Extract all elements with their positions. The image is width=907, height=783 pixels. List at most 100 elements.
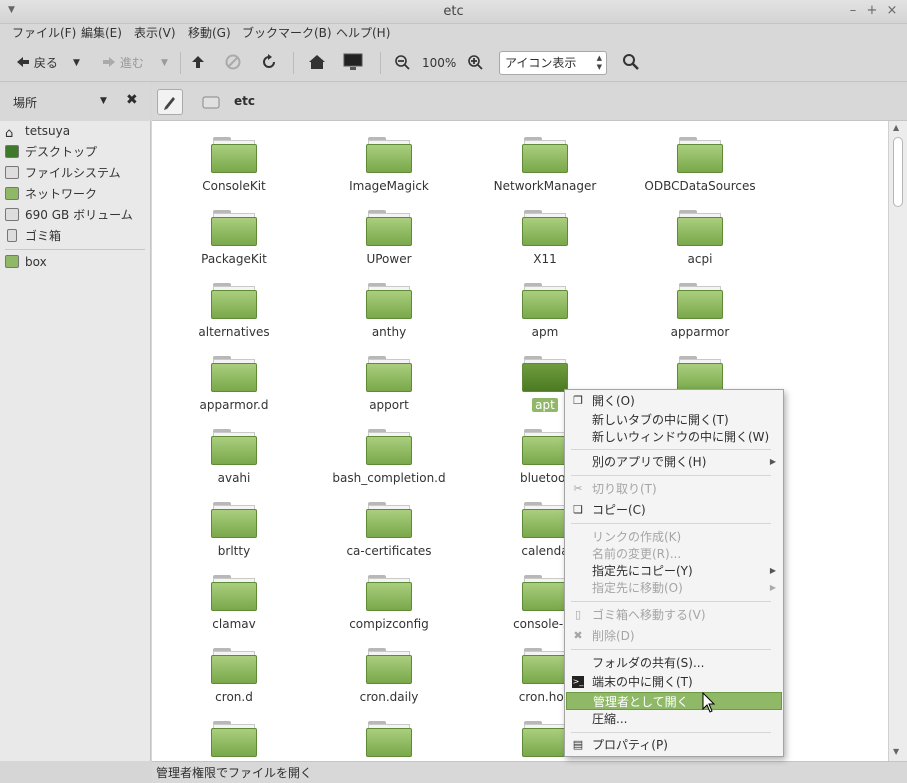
ctx-move-to-trash[interactable]: ▯ ゴミ箱へ移動する(V) <box>566 606 782 624</box>
close-icon[interactable]: × <box>884 3 900 19</box>
ctx-move-to[interactable]: 指定先に移動(O) ▶ <box>566 579 782 597</box>
folder-item[interactable]: acpi <box>620 210 780 266</box>
sidebar-type-dropdown-icon[interactable]: ▼ <box>100 96 107 106</box>
folder-item[interactable]: ImageMagick <box>309 137 469 193</box>
ctx-delete[interactable]: ✖ 削除(D) <box>566 627 782 645</box>
forward-arrow-icon <box>103 57 115 67</box>
sidebar-item-trash[interactable]: ゴミ箱 <box>5 226 61 246</box>
menu-bookmarks[interactable]: ブックマーク(B) <box>242 24 332 42</box>
folder-item[interactable]: cron.daily <box>309 648 469 704</box>
pencil-icon <box>164 97 175 110</box>
menu-go[interactable]: 移動(G) <box>188 24 231 42</box>
ctx-open[interactable]: ❐ 開く(O) <box>566 392 782 410</box>
folder-item[interactable]: ConsoleKit <box>154 137 314 193</box>
up-button[interactable] <box>191 51 205 75</box>
folder-item[interactable] <box>620 356 780 392</box>
folder-icon <box>677 210 723 246</box>
ctx-open-in-terminal[interactable]: >_ 端末の中に開く(T) <box>566 673 782 691</box>
back-history-icon[interactable]: ▼ <box>73 51 80 75</box>
zoom-level[interactable]: 100% <box>422 51 456 75</box>
open-icon: ❐ <box>573 394 583 407</box>
folder-item[interactable]: avahi <box>154 429 314 485</box>
ctx-copy-to[interactable]: 指定先にコピー(Y) ▶ <box>566 562 782 580</box>
ctx-open-as-admin[interactable]: 管理者として開く <box>566 692 782 710</box>
folder-item[interactable] <box>309 721 469 757</box>
vertical-scrollbar[interactable]: ▲ ▼ <box>888 121 907 761</box>
folder-item[interactable]: PackageKit <box>154 210 314 266</box>
folder-label: bash_completion.d <box>332 471 446 485</box>
ctx-open-new-tab[interactable]: 新しいタブの中に開く(T) <box>566 411 782 429</box>
folder-item[interactable]: alternatives <box>154 283 314 339</box>
folder-item[interactable]: brltty <box>154 502 314 558</box>
ctx-compress[interactable]: 圧縮... <box>566 710 782 728</box>
search-button[interactable] <box>622 51 640 75</box>
computer-button[interactable] <box>343 51 363 75</box>
up-arrow-icon <box>192 56 204 68</box>
sidebar-item-home[interactable]: ⌂ tetsuya <box>5 121 70 141</box>
sidebar-item-volume[interactable]: 690 GB ボリューム <box>5 205 133 225</box>
ctx-open-new-window[interactable]: 新しいウィンドウの中に開く(W) <box>566 428 782 446</box>
folder-icon <box>677 356 723 392</box>
folder-item[interactable]: ca-certificates <box>309 502 469 558</box>
zoom-in-button[interactable] <box>467 51 483 75</box>
folder-item[interactable]: ODBCDataSources <box>620 137 780 193</box>
menu-view[interactable]: 表示(V) <box>134 24 176 42</box>
back-label: 戻る <box>33 56 58 70</box>
folder-label: NetworkManager <box>493 179 597 193</box>
zoom-out-button[interactable] <box>394 51 410 75</box>
ctx-make-link[interactable]: リンクの作成(K) <box>566 528 782 546</box>
menu-file[interactable]: ファイル(F) <box>12 24 76 42</box>
sidebar-item-filesystem[interactable]: ファイルシステム <box>5 163 121 183</box>
sidebar-title: 場所 <box>13 96 38 110</box>
ctx-open-with[interactable]: 別のアプリで開く(H) ▶ <box>566 453 782 471</box>
folder-label: anthy <box>371 325 407 339</box>
folder-item[interactable]: bash_completion.d <box>309 429 469 485</box>
reload-button[interactable] <box>261 51 277 75</box>
ctx-divider <box>571 601 771 602</box>
folder-item[interactable]: apm <box>465 283 625 339</box>
maximize-icon[interactable]: + <box>864 3 880 19</box>
folder-item[interactable]: UPower <box>309 210 469 266</box>
menu-help[interactable]: ヘルプ(H) <box>336 24 390 42</box>
scrollbar-thumb[interactable] <box>893 137 903 207</box>
scroll-down-icon[interactable]: ▼ <box>893 747 899 756</box>
folder-label: brltty <box>217 544 251 558</box>
menu-edit[interactable]: 編集(E) <box>81 24 122 42</box>
folder-item[interactable]: NetworkManager <box>465 137 625 193</box>
folder-item[interactable]: anthy <box>309 283 469 339</box>
ctx-cut[interactable]: ✂ 切り取り(T) <box>566 480 782 498</box>
ctx-copy[interactable]: ❏ コピー(C) <box>566 501 782 519</box>
folder-label: apparmor <box>670 325 730 339</box>
folder-label: apt <box>532 398 558 412</box>
forward-button[interactable]: 進む <box>102 51 144 75</box>
sidebar-close-icon[interactable]: ✖ <box>126 92 138 108</box>
folder-item[interactable]: clamav <box>154 575 314 631</box>
folder-item[interactable]: apparmor.d <box>154 356 314 412</box>
sidebar-item-network[interactable]: ネットワーク <box>5 184 97 204</box>
sidebar-bookmark-box[interactable]: box <box>5 252 47 272</box>
forward-history-icon[interactable]: ▼ <box>161 51 168 75</box>
sidebar-item-desktop[interactable]: デスクトップ <box>5 142 97 162</box>
ctx-properties[interactable]: ▤ プロパティ(P) <box>566 736 782 754</box>
folder-label: ConsoleKit <box>202 179 266 193</box>
folder-icon <box>366 648 412 684</box>
folder-item[interactable]: apport <box>309 356 469 412</box>
folder-item[interactable]: apparmor <box>620 283 780 339</box>
ctx-share-folder[interactable]: フォルダの共有(S)... <box>566 654 782 672</box>
view-mode-select[interactable]: アイコン表示 ▲ ▼ <box>499 51 607 75</box>
folder-item[interactable]: cron.d <box>154 648 314 704</box>
stop-button[interactable] <box>225 51 241 75</box>
ctx-rename[interactable]: 名前の変更(R)... <box>566 545 782 563</box>
home-button[interactable] <box>308 51 326 75</box>
breadcrumb-current[interactable]: etc <box>234 94 255 108</box>
edit-location-button[interactable] <box>157 89 183 115</box>
scroll-up-icon[interactable]: ▲ <box>893 123 899 132</box>
ctx-label: コピー(C) <box>592 503 646 517</box>
sidebar-item-label: ファイルシステム <box>25 166 121 180</box>
minimize-icon[interactable]: – <box>845 3 861 19</box>
folder-item[interactable]: X11 <box>465 210 625 266</box>
folder-item[interactable]: compizconfig <box>309 575 469 631</box>
back-button[interactable]: 戻る <box>16 51 58 75</box>
ctx-label: 開く(O) <box>592 394 635 408</box>
folder-item[interactable] <box>154 721 314 757</box>
